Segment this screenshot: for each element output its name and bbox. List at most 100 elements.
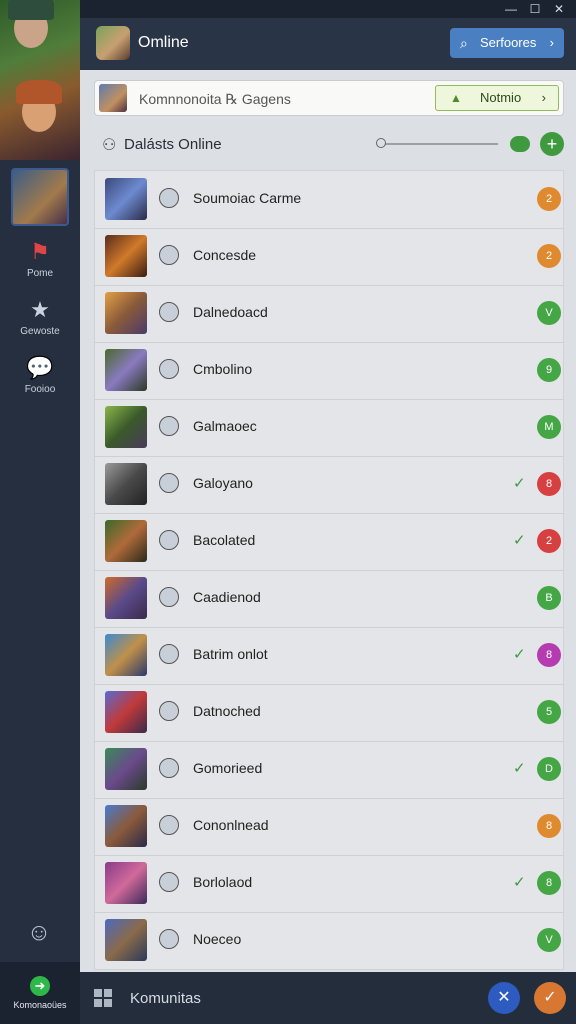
avatar[interactable] bbox=[96, 26, 130, 60]
check-icon: ✓ bbox=[513, 760, 526, 777]
chat-icon: 💬 bbox=[26, 355, 54, 380]
sidebar-item-label: Fooioo bbox=[24, 384, 56, 395]
sidebar-item-chat[interactable]: 💬 Fooioo bbox=[0, 355, 80, 396]
friend-name: Cononlnead bbox=[193, 817, 269, 833]
friend-avatar-icon bbox=[159, 872, 179, 892]
status-badge[interactable]: 8 bbox=[537, 871, 561, 895]
page-title: Omline bbox=[138, 34, 189, 51]
status-badge[interactable]: V bbox=[537, 928, 561, 952]
confirm-button[interactable]: ✓ bbox=[534, 982, 566, 1014]
friend-avatar-icon bbox=[159, 701, 179, 721]
check-icon: ✓ bbox=[513, 874, 526, 891]
window-titlebar: — ☐ ✕ bbox=[80, 0, 576, 18]
status-badge[interactable]: 8 bbox=[537, 472, 561, 496]
sidebar-item-home[interactable]: ⚑ Pome bbox=[0, 239, 80, 280]
list-item[interactable]: Datnoched 5 bbox=[95, 684, 563, 742]
friend-name: Concesde bbox=[193, 247, 257, 263]
search-services-label: Serfoores bbox=[480, 35, 537, 50]
flag-icon: ⚑ bbox=[30, 239, 50, 264]
list-item[interactable]: Dalnedoacd V bbox=[95, 285, 563, 343]
check-icon: ✓ bbox=[513, 475, 526, 492]
game-thumbnail bbox=[105, 634, 147, 676]
friend-avatar-icon bbox=[159, 416, 179, 436]
status-badge[interactable]: V bbox=[537, 301, 561, 325]
add-friend-button[interactable]: + bbox=[540, 132, 564, 156]
status-badge[interactable]: 8 bbox=[537, 643, 561, 667]
friend-name: Galmaoec bbox=[193, 418, 257, 434]
community-icon: ➜ bbox=[30, 976, 50, 996]
search-bar[interactable]: Komnnonoita ℞ Gagens ▲ Notmio › bbox=[94, 80, 564, 116]
game-thumbnail bbox=[105, 691, 147, 733]
slider-handle[interactable] bbox=[376, 138, 386, 148]
game-thumbnail bbox=[105, 805, 147, 847]
list-item[interactable]: Noeceo V bbox=[95, 912, 563, 969]
status-badge[interactable]: 5 bbox=[537, 700, 561, 724]
status-badge[interactable]: B bbox=[537, 586, 561, 610]
list-item[interactable]: Bacolated ✓ 2 bbox=[95, 513, 563, 571]
friend-name: Dalnedoacd bbox=[193, 304, 268, 320]
list-item[interactable]: Batrim onlot ✓ 8 bbox=[95, 627, 563, 685]
list-item[interactable]: Galoyano ✓ 8 bbox=[95, 456, 563, 514]
chevron-right-icon: › bbox=[541, 90, 546, 105]
list-item[interactable]: Cmbolino 9 bbox=[95, 342, 563, 400]
friend-avatar-icon bbox=[159, 188, 179, 208]
list-item[interactable]: Galmaoec M bbox=[95, 399, 563, 457]
sidebar-item-favorites[interactable]: ★ Gewoste bbox=[0, 297, 80, 338]
check-icon: ✓ bbox=[513, 646, 526, 663]
list-item[interactable]: Concesde 2 bbox=[95, 228, 563, 286]
friend-name: Bacolated bbox=[193, 532, 256, 548]
filter-slider[interactable] bbox=[380, 143, 498, 145]
game-thumbnail bbox=[105, 577, 147, 619]
friend-list: Soumoiac Carme 2 Concesde 2 Dalnedoacd V Cmbol… bbox=[94, 170, 564, 970]
friend-avatar-icon bbox=[159, 245, 179, 265]
upload-icon: ▲ bbox=[450, 91, 462, 105]
search-services-button[interactable]: ⌕ Serfoores › bbox=[450, 28, 564, 58]
friend-name: Galoyano bbox=[193, 475, 253, 491]
game-thumbnail bbox=[105, 349, 147, 391]
friend-name: Datnoched bbox=[193, 703, 261, 719]
list-item[interactable]: Borlolaod ✓ 8 bbox=[95, 855, 563, 913]
list-item[interactable]: Caadienod B bbox=[95, 570, 563, 628]
game-thumbnail bbox=[105, 748, 147, 790]
notify-label: Notmio bbox=[480, 90, 522, 105]
list-item[interactable]: Gomorieed ✓ D bbox=[95, 741, 563, 799]
status-badge[interactable]: 2 bbox=[537, 244, 561, 268]
sidebar-item-label: Pome bbox=[26, 268, 54, 279]
friend-avatar-icon bbox=[159, 758, 179, 778]
status-badge[interactable]: M bbox=[537, 415, 561, 439]
featured-game-art[interactable] bbox=[0, 0, 80, 160]
status-badge[interactable]: 9 bbox=[537, 358, 561, 382]
game-thumbnail bbox=[105, 292, 147, 334]
friend-avatar-icon bbox=[159, 929, 179, 949]
game-thumbnail bbox=[105, 178, 147, 220]
status-badge[interactable]: 2 bbox=[537, 529, 561, 553]
friend-avatar-icon bbox=[159, 587, 179, 607]
list-item[interactable]: Cononlnead 8 bbox=[95, 798, 563, 856]
user-icon: ⚇ bbox=[102, 137, 117, 154]
bottom-bar-label: Komunitas bbox=[130, 990, 201, 1007]
minimize-icon[interactable]: — bbox=[500, 0, 522, 18]
sidebar-item-communities[interactable]: ➜ Komonaoües bbox=[0, 962, 80, 1024]
friend-name: Batrim onlot bbox=[193, 646, 268, 662]
maximize-icon[interactable]: ☐ bbox=[524, 0, 546, 18]
friend-name: Caadienod bbox=[193, 589, 261, 605]
game-thumbnail bbox=[105, 406, 147, 448]
friend-name: Gomorieed bbox=[193, 760, 263, 776]
status-badge[interactable]: D bbox=[537, 757, 561, 781]
tools-button[interactable]: ✕ bbox=[488, 982, 520, 1014]
online-toggle[interactable] bbox=[510, 136, 530, 152]
list-item[interactable]: Soumoiac Carme 2 bbox=[95, 171, 563, 229]
close-icon[interactable]: ✕ bbox=[548, 0, 570, 18]
friend-name: Noeceo bbox=[193, 931, 242, 947]
search-input[interactable]: Komnnonoita ℞ Gagens bbox=[139, 91, 291, 108]
recent-game-thumbnail[interactable] bbox=[11, 168, 69, 226]
grid-icon[interactable] bbox=[94, 989, 112, 1007]
status-badge[interactable]: 2 bbox=[537, 187, 561, 211]
status-badge[interactable]: 8 bbox=[537, 814, 561, 838]
notify-button[interactable]: ▲ Notmio › bbox=[435, 85, 559, 111]
friend-avatar-icon bbox=[159, 359, 179, 379]
star-icon: ★ bbox=[30, 297, 50, 322]
search-icon: ⌕ bbox=[460, 35, 468, 51]
support-icon[interactable]: ☺ bbox=[24, 918, 54, 948]
chevron-right-icon: › bbox=[549, 35, 554, 50]
